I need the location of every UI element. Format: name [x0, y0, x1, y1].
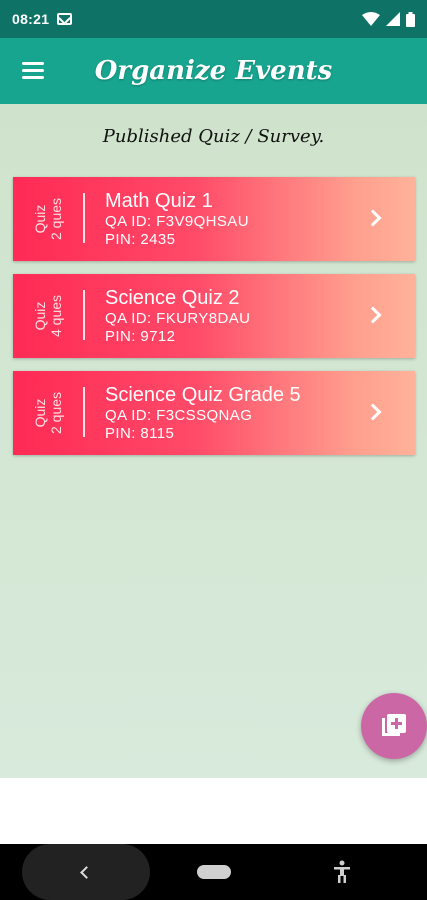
- quiz-type: Quiz: [32, 204, 48, 234]
- accessibility-icon[interactable]: [333, 860, 351, 884]
- menu-icon[interactable]: [22, 62, 44, 80]
- quiz-type-count: Quiz 2 ques: [32, 392, 64, 434]
- quiz-pin: PIN: 2435: [105, 231, 176, 248]
- quiz-title: Science Quiz Grade 5: [105, 384, 301, 406]
- quiz-pin: PIN: 9712: [105, 328, 176, 345]
- mail-icon: [57, 13, 73, 25]
- quiz-card-science-quiz-grade-5[interactable]: Quiz 2 ques Science Quiz Grade 5 QA ID: …: [13, 371, 415, 455]
- chevron-right-icon[interactable]: [364, 403, 382, 421]
- quiz-card-science-quiz-2[interactable]: Quiz 4 ques Science Quiz 2 QA ID: FKURY8…: [13, 274, 415, 358]
- back-icon: [79, 865, 93, 879]
- card-divider: [83, 193, 85, 243]
- quiz-card-side: Quiz 4 ques: [13, 274, 83, 358]
- quiz-qa-id: QA ID: FKURY8DAU: [105, 310, 251, 327]
- quiz-qa-id: QA ID: F3V9QHSAU: [105, 213, 249, 230]
- card-divider: [83, 290, 85, 340]
- quiz-pin: PIN: 8115: [105, 425, 175, 442]
- status-icons: [362, 11, 415, 27]
- quiz-qa-id: QA ID: F3CSSQNAG: [105, 407, 253, 424]
- quiz-type: Quiz: [32, 301, 48, 331]
- quiz-title: Math Quiz 1: [105, 190, 213, 212]
- status-time: 08:21: [12, 11, 50, 27]
- quiz-type: Quiz: [32, 398, 48, 428]
- question-count: 2 ques: [48, 391, 64, 435]
- quiz-card-side: Quiz 2 ques: [13, 371, 83, 455]
- add-to-library-icon: [382, 714, 406, 738]
- app-bar: Organize Events: [0, 38, 427, 104]
- add-quiz-fab[interactable]: [361, 693, 427, 759]
- signal-icon: [386, 12, 400, 26]
- back-button[interactable]: [22, 844, 150, 900]
- system-nav-bar: [0, 844, 427, 900]
- quiz-info: Math Quiz 1 QA ID: F3V9QHSAU PIN: 2435: [105, 189, 249, 249]
- quiz-card-math-quiz-1[interactable]: Quiz 2 ques Math Quiz 1 QA ID: F3V9QHSAU…: [13, 177, 415, 261]
- chevron-right-icon[interactable]: [364, 306, 382, 324]
- quiz-type-count: Quiz 2 ques: [32, 198, 64, 240]
- main-content: Published Quiz / Survey. Quiz 2 ques Mat…: [0, 104, 427, 778]
- quiz-type-count: Quiz 4 ques: [32, 295, 64, 337]
- chevron-right-icon[interactable]: [364, 209, 382, 227]
- card-divider: [83, 387, 85, 437]
- quiz-title: Science Quiz 2: [105, 287, 240, 309]
- section-title: Published Quiz / Survey.: [102, 126, 325, 147]
- wifi-icon: [362, 12, 380, 26]
- app-title: Organize Events: [94, 56, 333, 86]
- question-count: 4 ques: [48, 294, 64, 338]
- quiz-info: Science Quiz Grade 5 QA ID: F3CSSQNAG PI…: [105, 383, 301, 443]
- question-count: 2 ques: [48, 197, 64, 241]
- quiz-card-side: Quiz 2 ques: [13, 177, 83, 261]
- quiz-info: Science Quiz 2 QA ID: FKURY8DAU PIN: 971…: [105, 286, 250, 346]
- battery-icon: [406, 11, 415, 27]
- bottom-blank-area: [0, 778, 427, 844]
- home-icon[interactable]: [197, 865, 231, 879]
- status-bar: 08:21: [0, 0, 427, 38]
